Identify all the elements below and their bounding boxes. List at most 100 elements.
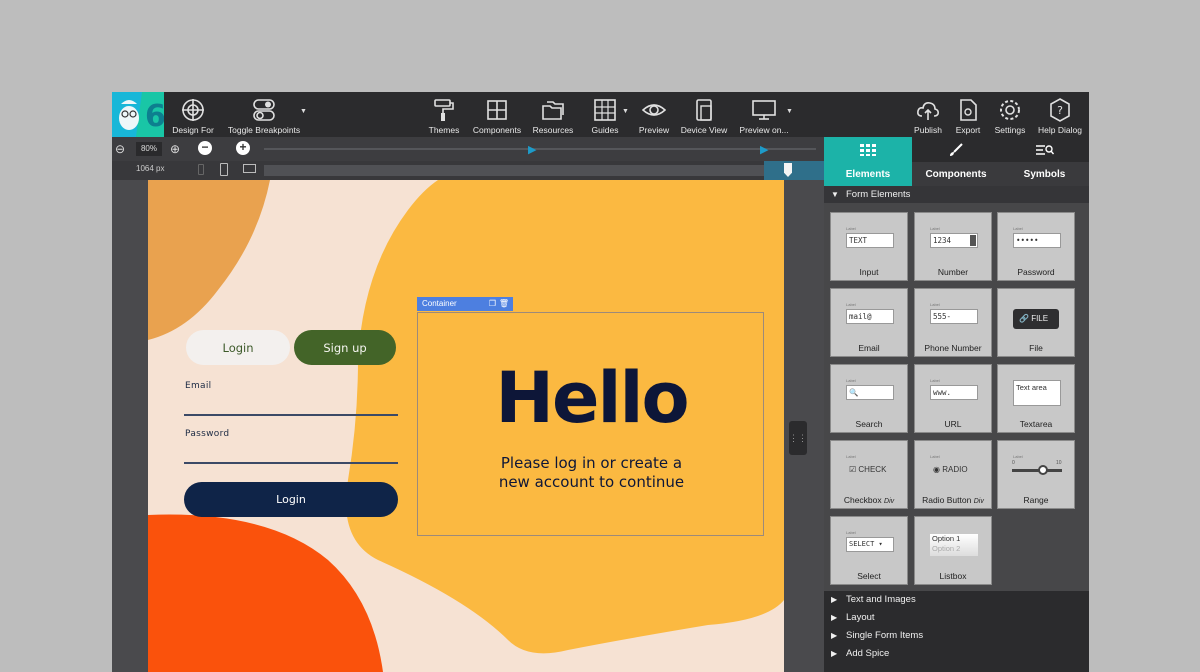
zoom-level[interactable]: 80% bbox=[136, 142, 162, 156]
checkbox-sample-text: CHECK bbox=[858, 465, 887, 474]
guides-button[interactable]: Guides bbox=[590, 92, 620, 137]
resources-label: Resources bbox=[532, 125, 574, 135]
section-text-and-images[interactable]: ▶ Text and Images bbox=[824, 591, 1089, 609]
panel-tabs: Elements Components Symbols bbox=[824, 162, 1089, 186]
design-for-button[interactable]: Design For bbox=[172, 92, 214, 137]
container-box[interactable]: Hello Please log in or create a new acco… bbox=[417, 312, 764, 536]
svg-text:?: ? bbox=[1057, 104, 1063, 117]
login-button[interactable]: Login bbox=[184, 482, 398, 517]
tile-sample: www. bbox=[930, 385, 978, 400]
tab-elements[interactable]: Elements bbox=[824, 162, 912, 186]
element-listbox[interactable]: Option 1 Option 2 Listbox bbox=[914, 516, 992, 585]
section-form-elements[interactable]: ▼ Form Elements bbox=[824, 186, 1089, 203]
section-layout[interactable]: ▶ Layout bbox=[824, 609, 1089, 627]
preview-on-button[interactable]: Preview on... bbox=[739, 92, 789, 137]
cloud-upload-icon bbox=[917, 102, 939, 120]
section-label: Layout bbox=[846, 612, 875, 623]
breakpoint-track[interactable] bbox=[264, 148, 816, 150]
desktop-icon[interactable] bbox=[243, 164, 256, 173]
breakpoint-bar[interactable] bbox=[264, 165, 764, 176]
themes-button[interactable]: Themes bbox=[428, 92, 460, 137]
chevron-down-icon[interactable]: ▼ bbox=[786, 108, 793, 115]
element-range[interactable]: Label 0 10 Range bbox=[997, 440, 1075, 509]
crosshair-icon bbox=[182, 99, 204, 121]
export-label: Export bbox=[955, 125, 981, 135]
element-file[interactable]: 🔗 FILE File bbox=[997, 288, 1075, 357]
settings-button[interactable]: Settings bbox=[992, 92, 1028, 137]
breakpoint-marker[interactable]: ▶ bbox=[760, 143, 768, 156]
add-breakpoint-icon[interactable]: + bbox=[236, 141, 250, 155]
tile-label: Radio Button Div bbox=[915, 495, 991, 505]
tile-label: Search bbox=[855, 419, 883, 429]
element-phone-number[interactable]: Label 555- Phone Number bbox=[914, 288, 992, 357]
phone-small-icon[interactable] bbox=[198, 164, 204, 175]
svg-text:6: 6 bbox=[145, 99, 164, 134]
tab-components-icon[interactable] bbox=[912, 137, 1000, 162]
tab-symbols-icon[interactable] bbox=[1000, 137, 1089, 162]
help-button[interactable]: ? Help Dialog bbox=[1037, 92, 1083, 137]
toggle-breakpoints-button[interactable]: Toggle Breakpoints bbox=[228, 92, 300, 137]
components-button[interactable]: Components bbox=[472, 92, 522, 137]
app-logo[interactable]: 6 bbox=[112, 92, 164, 137]
zoom-out-icon[interactable]: ⊖ bbox=[115, 142, 125, 156]
element-password[interactable]: Label ••••• Password bbox=[997, 212, 1075, 281]
tablet-icon[interactable] bbox=[220, 163, 228, 176]
remove-breakpoint-icon[interactable]: − bbox=[198, 141, 212, 155]
canvas-width: 1064 px bbox=[136, 164, 165, 173]
stepper-icon bbox=[970, 235, 976, 246]
publish-button[interactable]: Publish bbox=[914, 92, 942, 137]
caret-right-icon: ▶ bbox=[831, 649, 838, 658]
element-search[interactable]: Label 🔍 Search bbox=[830, 364, 908, 433]
section-add-spice[interactable]: ▶ Add Spice bbox=[824, 645, 1089, 663]
password-field[interactable] bbox=[184, 462, 398, 464]
tab-login[interactable]: Login bbox=[186, 330, 290, 365]
element-radio-button[interactable]: Label ◉ RADIO Radio Button Div bbox=[914, 440, 992, 509]
element-select[interactable]: Label SELECT ▾ Select bbox=[830, 516, 908, 585]
duplicate-icon[interactable]: ❐ bbox=[489, 297, 496, 311]
section-single-form-items[interactable]: ▶ Single Form Items bbox=[824, 627, 1089, 645]
gear-icon bbox=[1000, 100, 1020, 120]
zoom-in-icon[interactable]: ⊕ bbox=[170, 142, 180, 156]
trash-icon[interactable]: 🗑 bbox=[499, 297, 509, 311]
element-input[interactable]: Label TEXT Input bbox=[830, 212, 908, 281]
element-number[interactable]: Label 1234 Number bbox=[914, 212, 992, 281]
device-view-button[interactable]: Device View bbox=[680, 92, 728, 137]
subtitle-line-1: Please log in or create a bbox=[500, 454, 683, 472]
tile-label: Textarea bbox=[1019, 419, 1053, 429]
settings-label: Settings bbox=[994, 125, 1026, 135]
container-tag-label: Container bbox=[422, 299, 457, 308]
radio-sample-text: RADIO bbox=[942, 465, 968, 474]
element-url[interactable]: Label www. URL bbox=[914, 364, 992, 433]
chevron-down-icon[interactable]: ▼ bbox=[300, 108, 307, 115]
tab-symbols[interactable]: Symbols bbox=[1000, 162, 1089, 186]
element-textarea[interactable]: Text area Textarea bbox=[997, 364, 1075, 433]
tab-signup[interactable]: Sign up bbox=[294, 330, 396, 365]
elements-grid: Label TEXT Input Label 1234 Number Label… bbox=[824, 203, 1089, 591]
tile-caption: Label bbox=[930, 378, 940, 383]
tile-label: Email bbox=[858, 343, 880, 353]
active-breakpoint[interactable] bbox=[764, 161, 824, 180]
chevron-down-icon[interactable]: ▼ bbox=[622, 108, 629, 115]
breakpoint-marker[interactable]: ▶ bbox=[528, 143, 536, 156]
range-max: 10 bbox=[1056, 460, 1062, 466]
page-canvas[interactable]: Login Sign up Email Password Login Conta… bbox=[148, 180, 784, 672]
app-window: 6 Design For Toggle Breakpoints ▼ Themes… bbox=[112, 92, 1089, 672]
element-email[interactable]: Label mail@ Email bbox=[830, 288, 908, 357]
monitor-icon bbox=[752, 100, 776, 120]
toggle-icon bbox=[253, 99, 275, 121]
element-checkbox[interactable]: Label ☑ CHECK Checkbox Div bbox=[830, 440, 908, 509]
tile-caption: Label bbox=[846, 454, 856, 459]
tab-components[interactable]: Components bbox=[912, 162, 1000, 186]
preview-button[interactable]: Preview bbox=[638, 92, 670, 137]
email-field[interactable] bbox=[184, 414, 398, 416]
caret-right-icon: ▶ bbox=[831, 613, 838, 622]
tab-elements-icon[interactable] bbox=[824, 137, 912, 162]
resize-handle[interactable]: ⋮⋮ bbox=[789, 421, 807, 455]
breakpoint-row: 1064 px bbox=[112, 161, 824, 180]
container-tag[interactable]: Container ❐ 🗑 bbox=[417, 297, 513, 311]
tile-caption: Label bbox=[1013, 454, 1023, 459]
export-icon bbox=[960, 99, 977, 121]
export-button[interactable]: Export bbox=[954, 92, 982, 137]
tile-caption: Label bbox=[930, 302, 940, 307]
resources-button[interactable]: Resources bbox=[532, 92, 574, 137]
